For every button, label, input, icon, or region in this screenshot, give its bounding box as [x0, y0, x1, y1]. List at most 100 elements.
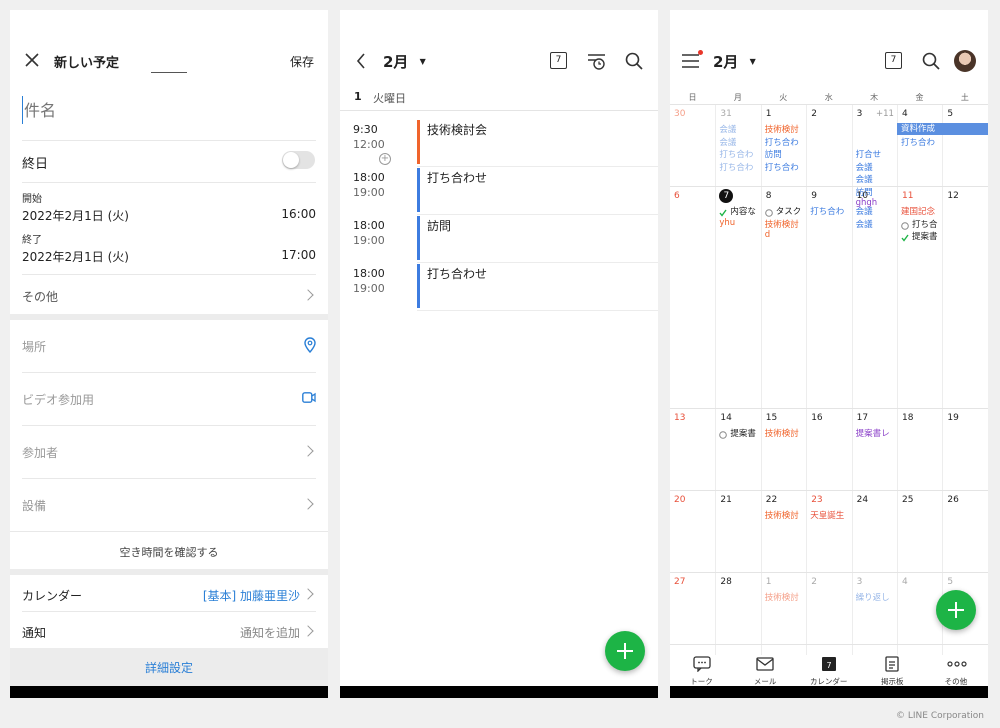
day-cell[interactable]: 10 会議 会議	[851, 187, 897, 409]
add-slot-icon[interactable]: +	[379, 153, 391, 165]
month-selector[interactable]: 2月 ▼	[383, 51, 426, 72]
calendar-event[interactable]: 打ち合わ	[901, 136, 935, 148]
day-cell[interactable]: 16	[806, 409, 851, 491]
calendar-event[interactable]: 会議	[856, 218, 873, 230]
start-date[interactable]: 2022年2月1日 (火)	[22, 207, 129, 224]
day-cell[interactable]: 30	[670, 105, 715, 187]
calendar-event[interactable]: 建国記念	[901, 205, 935, 217]
day-event[interactable]: 18:00 19:00 打ち合わせ	[340, 168, 658, 215]
day-cell[interactable]: 2	[806, 573, 851, 655]
day-cell[interactable]: 21	[715, 491, 760, 573]
calendar-event[interactable]: 打ち合	[912, 218, 938, 230]
search-icon[interactable]	[625, 52, 643, 73]
day-cell[interactable]: 3 繰り返し	[851, 573, 897, 655]
day-cell[interactable]: 2	[806, 105, 851, 187]
task-circle-icon[interactable]	[719, 428, 728, 442]
add-event-fab[interactable]	[936, 590, 976, 630]
day-cell[interactable]: 7 内容な yhu	[715, 187, 760, 409]
facility-row[interactable]: 設備	[10, 479, 328, 531]
day-cell[interactable]: 14 提案書	[715, 409, 760, 491]
day-cell[interactable]: 17 提案書レ	[851, 409, 897, 491]
tab-board[interactable]: 掲示板	[861, 656, 924, 687]
tab-mail[interactable]: メール	[734, 656, 797, 687]
calendar-event[interactable]: yhu	[719, 218, 735, 228]
other-row[interactable]: その他	[10, 276, 328, 314]
day-cell[interactable]: 27	[670, 573, 715, 655]
day-event[interactable]: 18:00 19:00 訪問	[340, 216, 658, 263]
advanced-settings-button[interactable]: 詳細設定	[10, 648, 328, 686]
add-event-fab[interactable]	[605, 631, 645, 671]
calendar-event[interactable]: 打ち合わ	[719, 148, 753, 160]
day-cell[interactable]: 12	[942, 187, 987, 409]
video-row[interactable]: ビデオ参加用	[10, 373, 328, 425]
day-cell[interactable]: 23 天皇誕生	[806, 491, 851, 573]
day-cell[interactable]: 3 +11 打合せ 会議 会議 訪問 ghgh	[851, 105, 897, 208]
day-cell[interactable]: 19	[942, 409, 987, 491]
back-arrow-icon[interactable]	[356, 53, 366, 72]
month-selector[interactable]: 2月 ▼	[713, 51, 756, 72]
check-free-button[interactable]: 空き時間を確認する	[10, 531, 328, 569]
calendar-event[interactable]: 技術検討	[765, 123, 799, 135]
day-event[interactable]: 18:00 19:00 打ち合わせ	[340, 264, 658, 311]
more-count[interactable]: +11	[876, 109, 894, 119]
start-time[interactable]: 16:00	[281, 207, 316, 221]
place-row[interactable]: 場所	[10, 320, 328, 372]
today-calendar-icon[interactable]: 7	[550, 52, 567, 69]
allday-toggle[interactable]	[282, 151, 315, 169]
end-time[interactable]: 17:00	[281, 248, 316, 262]
calendar-event[interactable]: 打合せ	[856, 148, 882, 160]
calendar-event[interactable]: 会議	[856, 161, 873, 173]
calendar-event[interactable]: 天皇誕生	[810, 509, 844, 521]
day-cell[interactable]: 15 技術検討	[760, 409, 806, 491]
calendar-event[interactable]: 打ち合わ	[810, 205, 844, 217]
end-date[interactable]: 2022年2月1日 (火)	[22, 248, 129, 265]
day-cell[interactable]: 1 技術検討 打ち合わ 訪問 打ち合わ	[760, 105, 806, 187]
multi-day-event-banner[interactable]: 資料作成	[897, 123, 988, 135]
calendar-event[interactable]: 技術検討	[765, 509, 799, 521]
calendar-event[interactable]: 技術検討	[765, 218, 799, 230]
day-cell[interactable]: 20	[670, 491, 715, 573]
day-cell[interactable]: 1 技術検討	[760, 573, 806, 655]
calendar-event[interactable]: 繰り返し	[856, 591, 890, 603]
calendar-event[interactable]: 打ち合わ	[765, 136, 799, 148]
day-cell[interactable]: 4会議打ち合わ	[897, 105, 942, 187]
notify-row[interactable]: 通知 通知を追加	[10, 612, 328, 648]
calendar-event[interactable]: 打ち合わ	[719, 161, 753, 173]
day-cell[interactable]: 8 タスク 技術検討 d	[760, 187, 806, 409]
hamburger-menu-icon[interactable]	[682, 54, 700, 71]
tab-calendar[interactable]: 7 カレンダー	[797, 656, 860, 687]
view-switch-icon[interactable]	[587, 52, 606, 73]
day-cell[interactable]: 28	[715, 573, 760, 655]
close-icon[interactable]	[24, 52, 40, 68]
calendar-event[interactable]: 訪問	[765, 148, 782, 160]
subject-input[interactable]	[22, 96, 312, 124]
day-cell[interactable]: 31 会議 会議 打ち合わ 打ち合わ	[715, 105, 760, 187]
day-cell[interactable]: 26	[942, 491, 987, 573]
tab-more[interactable]: その他	[924, 656, 987, 687]
today-calendar-icon[interactable]: 7	[885, 52, 902, 69]
calendar-event[interactable]: 技術検討	[765, 591, 799, 603]
calendar-event[interactable]: タスク	[776, 205, 802, 217]
day-cell[interactable]: 25	[897, 491, 942, 573]
avatar[interactable]	[954, 50, 976, 72]
attendees-row[interactable]: 参加者	[10, 426, 328, 478]
calendar-event[interactable]: 提案書	[730, 427, 756, 439]
day-cell[interactable]: 13	[670, 409, 715, 491]
calendar-event[interactable]: 提案書	[912, 230, 938, 242]
calendar-event[interactable]: d	[765, 230, 770, 240]
calendar-event[interactable]: 会議	[856, 173, 873, 185]
day-cell[interactable]: 6	[670, 187, 715, 409]
calendar-event[interactable]: 打ち合わ	[765, 161, 799, 173]
day-cell[interactable]: 24	[851, 491, 897, 573]
checkmark-icon[interactable]	[901, 231, 909, 245]
calendar-event[interactable]: 会議	[719, 123, 736, 135]
calendar-event[interactable]: 会議	[856, 205, 873, 217]
tab-chat[interactable]: トーク	[670, 656, 733, 687]
day-cell[interactable]: 5交通費	[942, 105, 987, 187]
day-cell[interactable]: 9 打ち合わ	[806, 187, 851, 409]
calendar-event[interactable]: 内容な	[730, 205, 756, 217]
day-cell[interactable]: 22 技術検討	[760, 491, 806, 573]
day-cell[interactable]: 11 建国記念 打ち合 提案書	[897, 187, 942, 409]
save-button[interactable]: 保存	[290, 53, 314, 70]
search-icon[interactable]	[922, 52, 940, 73]
